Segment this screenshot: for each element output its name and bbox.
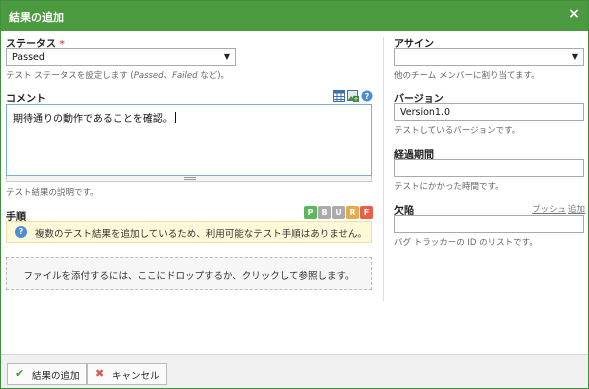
status-select-value: Passed (12, 52, 45, 63)
status-hint-example-passed: Passed (133, 71, 164, 81)
comment-textarea[interactable]: 期待通りの動作であることを確認。 (6, 104, 372, 176)
help-icon[interactable]: ? (361, 90, 373, 102)
column-divider (383, 37, 384, 301)
steps-info-text: 複数のテスト結果を追加しているため、利用可能なテスト手順はありません。 (35, 229, 367, 240)
attachment-dropzone[interactable]: ファイルを添付するには、ここにドロップするか、クリックして参照します。 (6, 257, 372, 290)
version-input[interactable]: Version1.0 (394, 103, 584, 121)
close-icon[interactable]: × (567, 7, 581, 21)
badge-retest[interactable]: R (346, 206, 359, 219)
defects-add-link[interactable]: 追加 (568, 203, 585, 215)
version-hint: テストしているバージョンです。 (394, 126, 521, 136)
comment-text: 期待通りの動作であることを確認。 (13, 114, 173, 125)
defects-input[interactable] (394, 215, 584, 233)
cross-icon: ✖ (95, 367, 105, 380)
badge-untested[interactable]: U (332, 206, 345, 219)
defects-hint: バグ トラッカーの ID のリストです。 (394, 238, 538, 248)
add-result-dialog: 結果の追加 × ステータス * Passed ▼ テスト ステータスを設定します… (0, 0, 589, 389)
cancel-button-label: キャンセル (112, 371, 160, 382)
cancel-button[interactable]: ✖ キャンセル (87, 363, 167, 385)
comment-resize-handle[interactable] (6, 176, 372, 182)
dialog-title: 結果の追加 (9, 11, 64, 24)
defects-push-link[interactable]: プッシュ (532, 203, 566, 215)
status-hint-suffix: など)。 (197, 71, 230, 81)
badge-failed[interactable]: F (360, 206, 373, 219)
elapsed-input[interactable] (394, 159, 584, 177)
resize-grip-icon (184, 177, 196, 180)
chevron-down-icon: ▼ (223, 52, 230, 61)
info-icon: ? (15, 226, 27, 238)
elapsed-hint: テストにかかった時間です。 (394, 182, 504, 192)
chevron-down-icon: ▼ (571, 52, 578, 61)
text-caret (174, 112, 176, 123)
status-hint: テスト ステータスを設定します (Passed、Failed など)。 (6, 69, 229, 81)
comment-label: コメント (6, 94, 46, 105)
image-icon[interactable]: + (347, 90, 359, 102)
badge-blocked[interactable]: B (318, 206, 331, 219)
status-hint-prefix: テスト ステータスを設定します ( (6, 71, 134, 81)
dialog-footer: ✔ 結果の追加 ✖ キャンセル (1, 354, 588, 388)
add-result-button[interactable]: ✔ 結果の追加 (7, 363, 87, 385)
steps-info-message: ? 複数のテスト結果を追加しているため、利用可能なテスト手順はありません。 (6, 221, 372, 243)
status-select[interactable]: Passed ▼ (6, 48, 236, 66)
svg-text:+: + (353, 96, 358, 102)
svg-text:?: ? (365, 92, 370, 101)
status-hint-separator: 、 (163, 71, 173, 81)
comment-hint: テスト結果の説明です。 (6, 188, 99, 198)
table-icon[interactable] (333, 90, 345, 102)
dropzone-text: ファイルを添付するには、ここにドロップするか、クリックして参照します。 (23, 271, 355, 282)
status-hint-example-failed: Failed (172, 71, 198, 81)
assign-hint: 他のチーム メンバーに割り当てます。 (394, 71, 540, 81)
dialog-titlebar: 結果の追加 × (1, 1, 588, 31)
check-icon: ✔ (15, 367, 25, 380)
add-result-button-label: 結果の追加 (32, 371, 80, 382)
assign-select[interactable]: ▼ (394, 48, 584, 66)
badge-passed[interactable]: P (304, 206, 317, 219)
